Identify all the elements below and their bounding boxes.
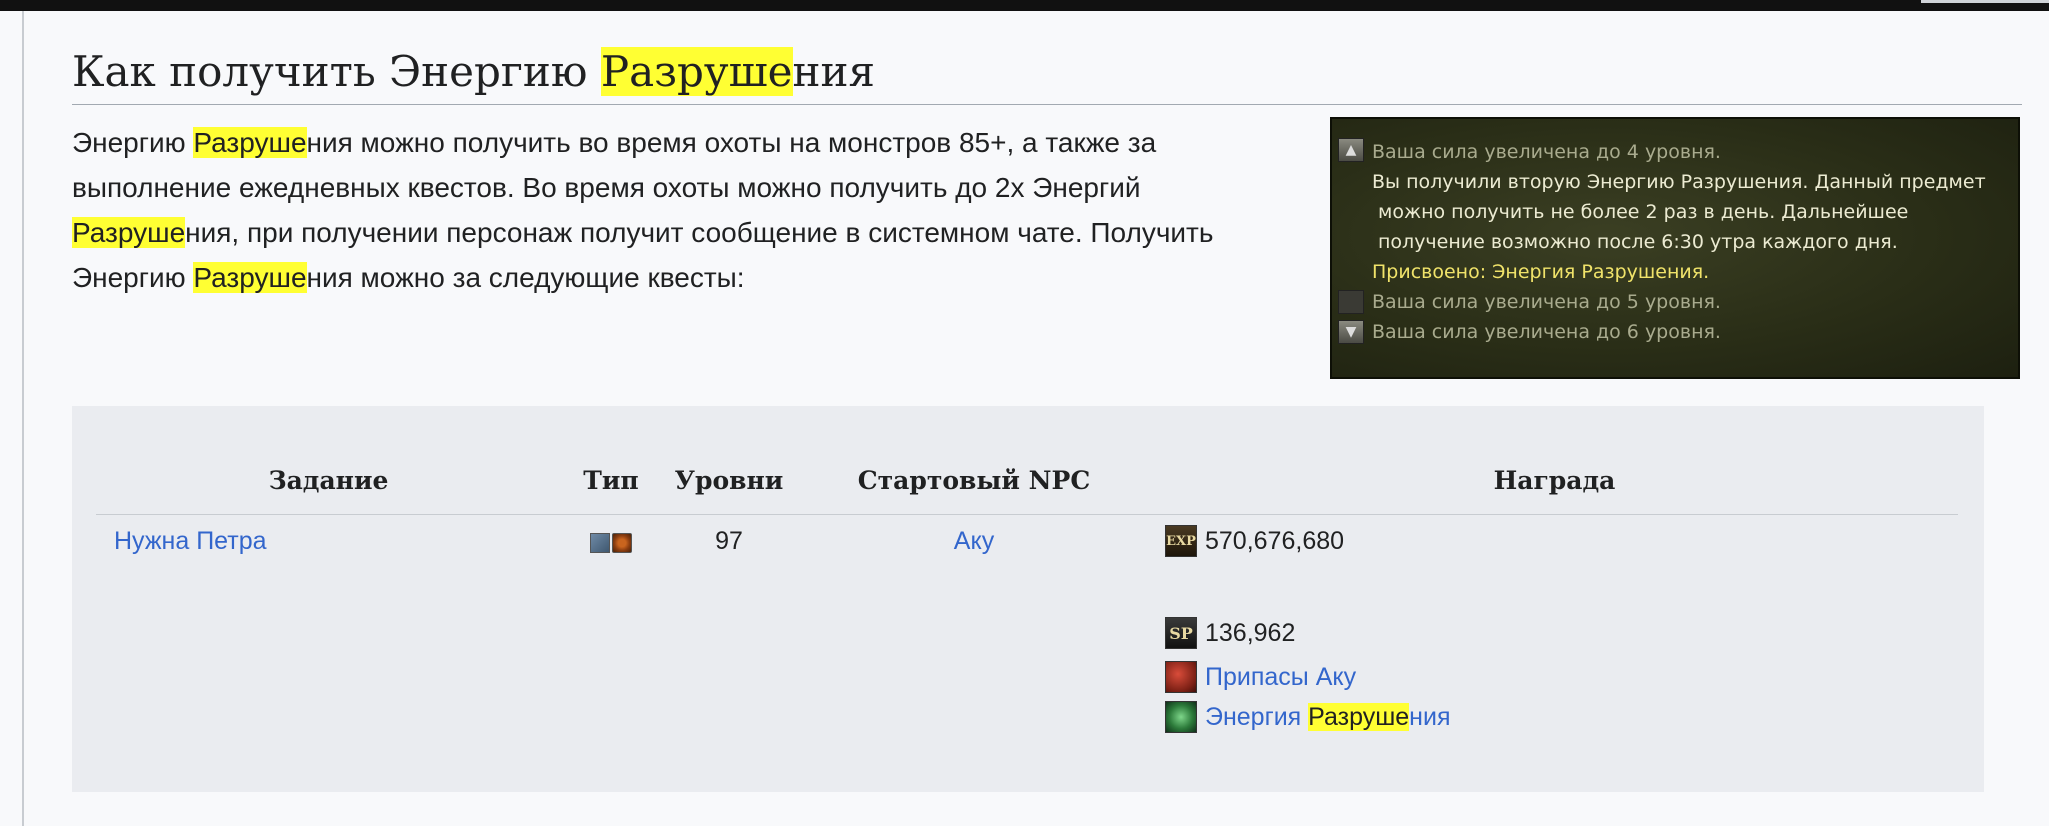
reward-item-link[interactable]: Припасы Аку [1205,663,1356,692]
level-cell: 97 [715,527,743,555]
reward-exp: EXP 570,676,680 [1165,521,1958,561]
type-cell [561,515,661,768]
quests-table-container: Задание Тип Уровни Стартовый NPC Награда… [72,406,1984,792]
chat-line: Ваша сила увеличена до 5 уровня. [1372,291,1721,313]
gift-box-icon[interactable] [1165,661,1197,693]
energy-gem-icon[interactable] [1165,701,1197,733]
npc-link[interactable]: Аку [954,527,994,555]
reward-item-link[interactable]: Энергия Разрушения [1205,702,1450,732]
table-header-row: Задание Тип Уровни Стартовый NPC Награда [96,446,1958,515]
column-header-npc[interactable]: Стартовый NPC [797,446,1151,515]
scroll-up-icon: ▲ [1338,138,1364,162]
quest-type-icons [590,533,632,553]
reward-cell: EXP 570,676,680 SP 136,962 Припасы Аку Э… [1151,515,1958,768]
game-chat-screenshot[interactable]: ▲ Ваша сила увеличена до 4 уровня. Вы по… [1330,117,2020,379]
chat-line: получение возможно после 6:30 утра каждо… [1378,231,1898,253]
chat-line: Ваша сила увеличена до 6 уровня. [1372,321,1721,343]
exp-icon: EXP [1165,525,1197,557]
column-header-levels[interactable]: Уровни [661,446,797,515]
daily-quest-icon [612,533,632,553]
scroll-track-icon [1338,290,1364,314]
top-bar-end [1921,0,2049,3]
party-quest-icon [590,533,610,553]
chat-line: Присвоено: Энергия Разрушения. [1372,261,1710,283]
search-highlight: Разруше [72,217,186,248]
article-content: Как получить Энергию Разрушения Энергию … [72,40,2022,792]
search-highlight: Разруше [600,47,793,96]
quest-link[interactable]: Нужна Петра [114,527,267,555]
intro-paragraph: Энергию Разрушения можно получить во вре… [72,127,1214,293]
npc-cell: Аку [797,515,1151,768]
quests-table: Задание Тип Уровни Стартовый NPC Награда… [96,446,1958,767]
top-bar [0,0,2049,11]
chat-line: можно получить не более 2 раз в день. Да… [1378,201,1909,223]
search-highlight: Разруше [1308,702,1410,731]
column-header-reward[interactable]: Награда [1151,446,1958,515]
scroll-down-icon: ▼ [1338,320,1364,344]
chat-line: Ваша сила увеличена до 4 уровня. [1372,141,1721,163]
exp-value: 570,676,680 [1205,526,1345,555]
sp-icon: SP [1165,617,1197,649]
chat-line: Вы получили вторую Энергию Разрушения. Д… [1372,171,1986,193]
table-row: Нужна Петра 97 Аку EXP 570,676,680 SP 13… [96,515,1958,768]
quest-cell: Нужна Петра [96,515,561,768]
reward-item: Припасы Аку [1165,657,1958,697]
column-header-quest[interactable]: Задание [96,446,561,515]
section-heading: Как получить Энергию Разрушения [72,40,2022,105]
search-highlight: Разруше [193,262,307,293]
column-header-type[interactable]: Тип [561,446,661,515]
reward-sp: SP 136,962 [1165,613,1958,653]
reward-item: Энергия Разрушения [1165,697,1958,737]
search-highlight: Разруше [193,127,307,158]
left-border [22,11,24,826]
sp-value: 136,962 [1205,618,1296,647]
